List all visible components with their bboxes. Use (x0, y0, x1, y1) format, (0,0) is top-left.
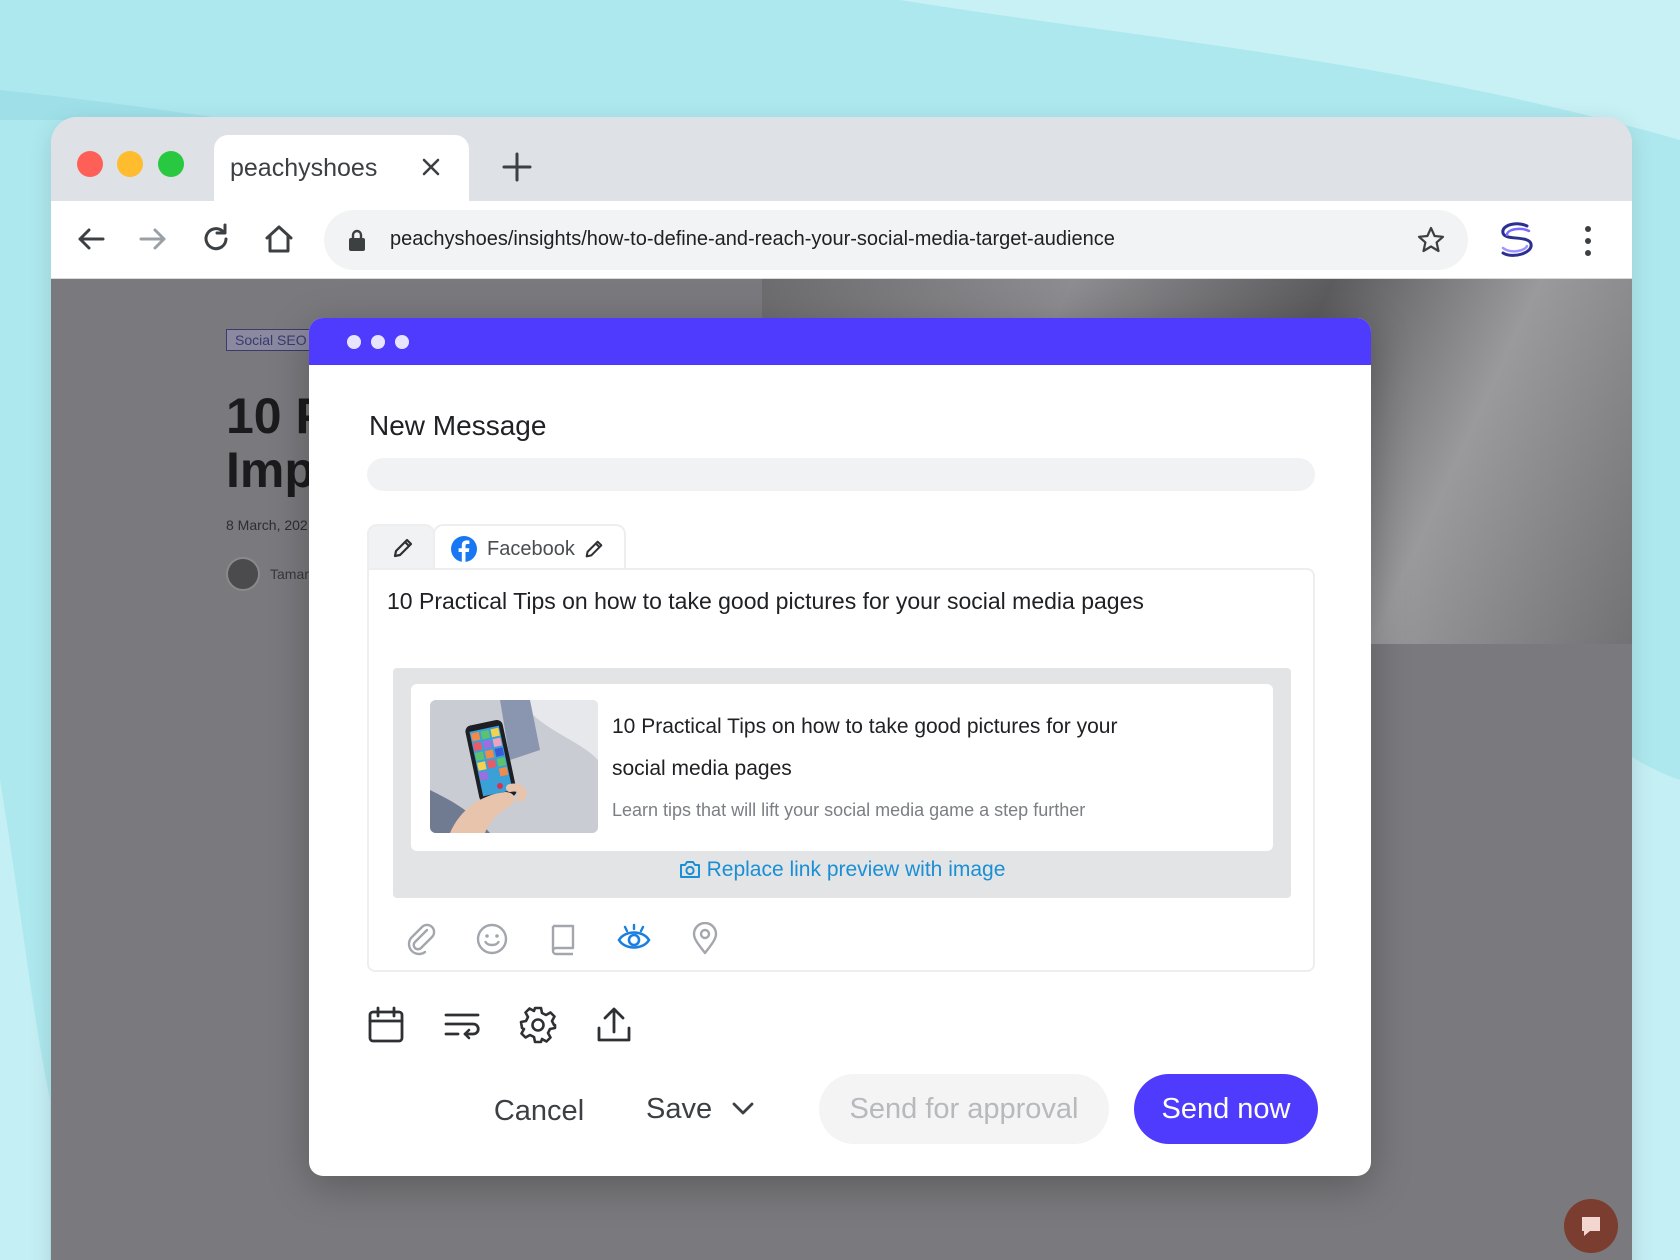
emoji-icon[interactable] (475, 922, 509, 956)
link-preview-image (430, 700, 598, 833)
save-label: Save (646, 1092, 713, 1125)
modal-title-bar (309, 318, 1371, 365)
extension-logo-icon[interactable] (1493, 217, 1539, 263)
send-for-approval-button[interactable]: Send for approval (819, 1074, 1109, 1144)
avatar (226, 557, 260, 591)
text-format-icon[interactable] (443, 1006, 481, 1044)
chevron-down-icon (732, 1102, 754, 1115)
send-now-button[interactable]: Send now (1134, 1074, 1318, 1144)
cancel-button[interactable]: Cancel (474, 1083, 604, 1139)
compose-modal: New Message Facebook 10 Practical Tips o… (309, 318, 1371, 1176)
camera-icon (679, 861, 700, 878)
article-tag[interactable]: Social SEO (226, 329, 316, 351)
maximize-window-button[interactable] (158, 151, 184, 177)
replace-link-preview-button[interactable]: Replace link preview with image (393, 858, 1291, 882)
post-text[interactable]: 10 Practical Tips on how to take good pi… (387, 588, 1144, 615)
window-dot (371, 335, 385, 349)
link-preview-title: 10 Practical Tips on how to take good pi… (612, 715, 1118, 780)
modal-title: New Message (369, 410, 547, 441)
address-bar[interactable]: peachyshoes/insights/how-to-define-and-r… (324, 210, 1468, 270)
link-preview-container: 10 Practical Tips on how to take good pi… (393, 668, 1291, 898)
forward-arrow-icon[interactable] (135, 221, 171, 257)
lock-icon (349, 229, 365, 251)
tab-bar: peachyshoes (51, 117, 1632, 201)
chat-button[interactable] (1564, 1199, 1618, 1253)
paperclip-icon[interactable] (405, 922, 439, 956)
minimize-window-button[interactable] (117, 151, 143, 177)
eye-icon[interactable] (617, 922, 651, 956)
facebook-tab-label: Facebook (487, 538, 575, 560)
tab-facebook[interactable]: Facebook (433, 524, 626, 570)
calendar-icon[interactable] (367, 1006, 405, 1044)
url-text: peachyshoes/insights/how-to-define-and-r… (390, 228, 1115, 250)
tab-title: peachyshoes (230, 153, 378, 182)
post-editor[interactable]: 10 Practical Tips on how to take good pi… (367, 568, 1315, 972)
save-button[interactable]: Save (646, 1081, 776, 1137)
menu-dots-icon[interactable] (1583, 223, 1593, 259)
tab-general-edit[interactable] (367, 524, 435, 570)
back-arrow-icon[interactable] (73, 221, 109, 257)
close-icon[interactable] (419, 155, 443, 179)
link-preview-description: Learn tips that will lift your social me… (612, 800, 1086, 820)
new-tab-plus-icon[interactable] (501, 151, 533, 183)
home-icon[interactable] (261, 221, 297, 257)
upload-icon[interactable] (595, 1006, 633, 1044)
reload-icon[interactable] (198, 221, 234, 257)
close-window-button[interactable] (77, 151, 103, 177)
recipients-field[interactable] (367, 458, 1315, 491)
facebook-icon (451, 536, 477, 562)
window-dot (395, 335, 409, 349)
browser-tab[interactable]: peachyshoes (214, 135, 469, 201)
book-icon[interactable] (546, 922, 580, 956)
gear-icon[interactable] (519, 1006, 557, 1044)
pencil-icon[interactable] (583, 538, 605, 560)
location-pin-icon[interactable] (688, 922, 722, 956)
chat-icon (1582, 1217, 1600, 1236)
window-dot (347, 335, 361, 349)
replace-link-label: Replace link preview with image (706, 858, 1006, 881)
pencil-icon (393, 538, 413, 558)
star-icon[interactable] (1416, 225, 1446, 255)
browser-toolbar: peachyshoes/insights/how-to-define-and-r… (51, 201, 1632, 279)
link-preview-card[interactable]: 10 Practical Tips on how to take good pi… (411, 684, 1273, 851)
